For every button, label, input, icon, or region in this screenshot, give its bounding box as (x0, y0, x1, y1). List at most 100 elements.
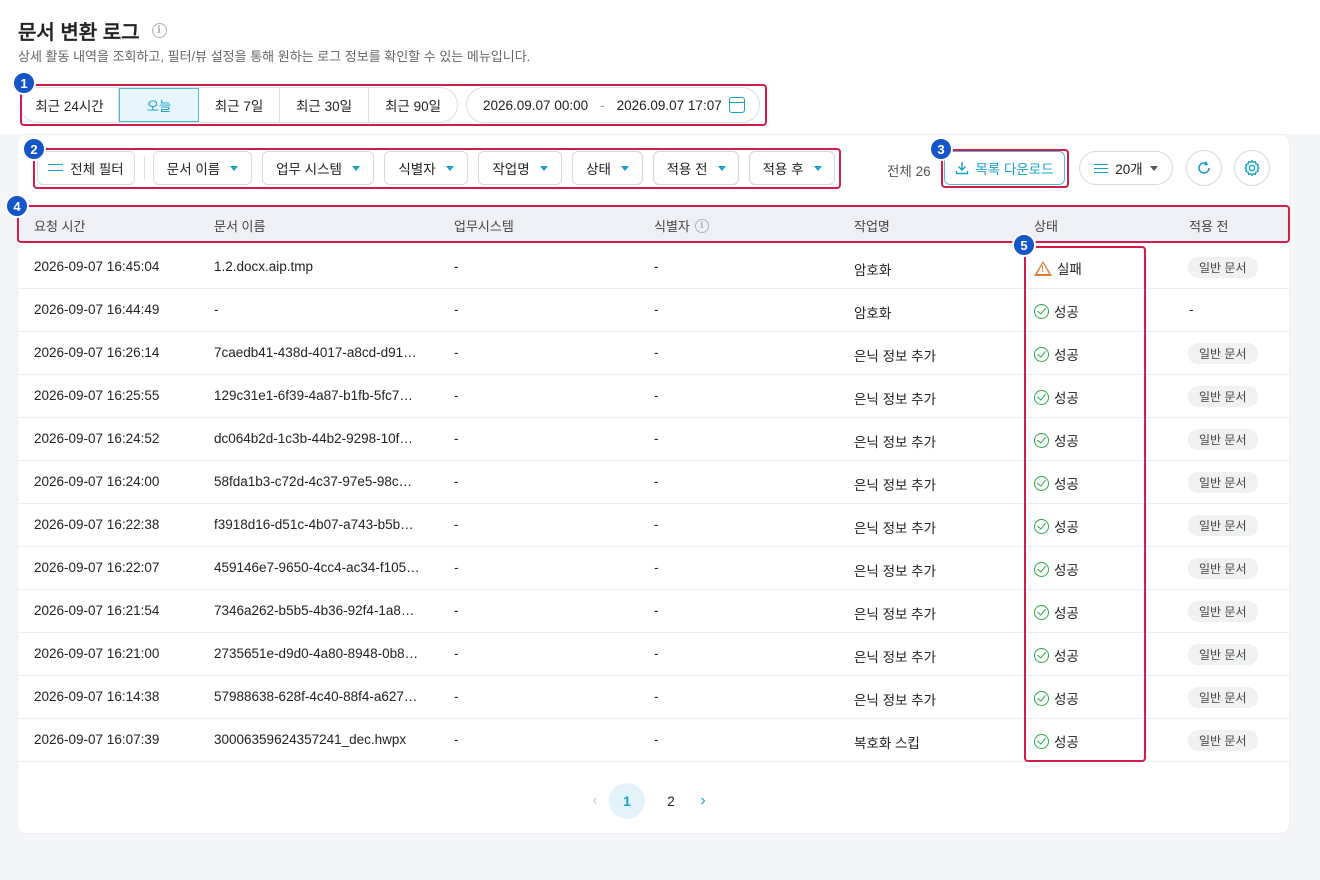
cell-system: - (454, 517, 459, 532)
document-type-chip: 일반 문서 (1188, 558, 1258, 579)
cell-identifier: - (654, 603, 659, 618)
cell-before: - (1189, 302, 1194, 317)
cell-identifier: - (654, 431, 659, 446)
cell-job: 은닉 정보 추가 (854, 607, 937, 622)
cell-identifier: - (654, 689, 659, 704)
cell-job: 은닉 정보 추가 (854, 392, 937, 407)
callout-box-period (20, 84, 767, 126)
callout-badge-4: 4 (5, 194, 29, 218)
document-type-chip: 일반 문서 (1188, 644, 1258, 665)
cell-doc-name: 459146e7-9650-4cc4-ac34-f105… (214, 560, 420, 575)
cell-system: - (454, 560, 459, 575)
info-icon[interactable]: i (151, 23, 167, 38)
cell-system: - (454, 474, 459, 489)
refresh-icon (1198, 161, 1210, 174)
callout-box-status (1024, 246, 1146, 762)
cell-identifier: - (654, 345, 659, 360)
cell-time: 2026-09-07 16:44:49 (34, 302, 160, 317)
cell-job: 은닉 정보 추가 (854, 564, 937, 579)
page-subtitle: 상세 활동 내역을 조회하고, 필터/뷰 설정을 통해 원하는 로그 정보를 확… (18, 49, 531, 64)
cell-identifier: - (654, 302, 659, 317)
document-type-chip: 일반 문서 (1188, 687, 1258, 708)
cell-doc-name: 1.2.docx.aip.tmp (214, 259, 314, 274)
document-type-chip: 일반 문서 (1188, 472, 1258, 493)
callout-badge-2: 2 (22, 137, 46, 161)
document-type-chip: 일반 문서 (1188, 730, 1258, 751)
cell-time: 2026-09-07 16:45:04 (34, 259, 160, 274)
cell-time: 2026-09-07 16:21:54 (34, 603, 160, 618)
total-count: 전체 26 (887, 164, 931, 179)
page-title: 문서 변환 로그 (18, 22, 140, 44)
cell-job: 은닉 정보 추가 (854, 693, 937, 708)
cell-time: 2026-09-07 16:22:07 (34, 560, 160, 575)
cell-doc-name: 7caedb41-438d-4017-a8cd-d91… (214, 345, 417, 360)
cell-doc-name: 2735651e-d9d0-4a80-8948-0b8… (214, 646, 419, 661)
cell-identifier: - (654, 388, 659, 403)
cell-job: 은닉 정보 추가 (854, 349, 937, 364)
cell-doc-name: 57988638-628f-4c40-88f4-a627… (214, 689, 418, 704)
cell-system: - (454, 345, 459, 360)
cell-time: 2026-09-07 16:07:39 (34, 732, 160, 747)
cell-system: - (454, 732, 459, 747)
cell-system: - (454, 689, 459, 704)
cell-job: 암호화 (854, 263, 892, 278)
list-icon (1094, 163, 1109, 174)
callout-badge-3: 3 (929, 137, 953, 161)
refresh-button[interactable] (1186, 150, 1222, 186)
cell-doc-name: dc064b2d-1c3b-44b2-9298-10f… (214, 431, 413, 446)
callout-badge-5: 5 (1012, 233, 1036, 257)
cell-identifier: - (654, 474, 659, 489)
cell-job: 은닉 정보 추가 (854, 478, 937, 493)
title-row: 문서 변환 로그 i (18, 16, 167, 45)
cell-time: 2026-09-07 16:24:52 (34, 431, 160, 446)
cell-time: 2026-09-07 16:21:00 (34, 646, 160, 661)
settings-button[interactable] (1234, 150, 1270, 186)
cell-identifier: - (654, 560, 659, 575)
callout-badge-1: 1 (12, 71, 36, 95)
cell-time: 2026-09-07 16:25:55 (34, 388, 160, 403)
cell-doc-name: - (214, 302, 219, 317)
cell-job: 암호화 (854, 306, 892, 321)
callout-box-filters (33, 148, 841, 189)
cell-system: - (454, 603, 459, 618)
cell-system: - (454, 646, 459, 661)
document-type-chip: 일반 문서 (1188, 257, 1258, 278)
cell-job: 은닉 정보 추가 (854, 521, 937, 536)
cell-identifier: - (654, 732, 659, 747)
cell-doc-name: 58fda1b3-c72d-4c37-97e5-98c… (214, 474, 413, 489)
cell-system: - (454, 259, 459, 274)
cell-doc-name: 7346a262-b5b5-4b36-92f4-1a8… (214, 603, 415, 618)
page-size-label: 20개 (1115, 162, 1143, 177)
document-type-chip: 일반 문서 (1188, 601, 1258, 622)
next-page-icon[interactable]: › (693, 792, 713, 810)
gear-icon (1244, 159, 1260, 177)
cell-identifier: - (654, 646, 659, 661)
pagination: ‹ 1 2 › (585, 783, 713, 819)
cell-doc-name: 129c31e1-6f39-4a87-b1fb-5fc7… (214, 388, 413, 403)
page-2-button[interactable]: 2 (653, 783, 689, 819)
document-type-chip: 일반 문서 (1188, 515, 1258, 536)
cell-time: 2026-09-07 16:24:00 (34, 474, 160, 489)
cell-time: 2026-09-07 16:14:38 (34, 689, 160, 704)
document-type-chip: 일반 문서 (1188, 429, 1258, 450)
cell-system: - (454, 431, 459, 446)
cell-identifier: - (654, 259, 659, 274)
cell-time: 2026-09-07 16:22:38 (34, 517, 160, 532)
cell-doc-name: f3918d16-d51c-4b07-a743-b5b… (214, 517, 414, 532)
document-type-chip: 일반 문서 (1188, 386, 1258, 407)
cell-job: 은닉 정보 추가 (854, 435, 937, 450)
callout-box-table-header (17, 205, 1290, 243)
page-1-button[interactable]: 1 (609, 783, 645, 819)
caret-down-icon (1149, 165, 1158, 171)
cell-job: 은닉 정보 추가 (854, 650, 937, 665)
cell-system: - (454, 302, 459, 317)
cell-doc-name: 30006359624357241_dec.hwpx (214, 732, 407, 747)
cell-system: - (454, 388, 459, 403)
cell-time: 2026-09-07 16:26:14 (34, 345, 160, 360)
cell-job: 복호화 스킵 (854, 736, 920, 751)
callout-box-download (941, 149, 1069, 188)
page-size-select[interactable]: 20개 (1079, 151, 1173, 185)
cell-identifier: - (654, 517, 659, 532)
document-type-chip: 일반 문서 (1188, 343, 1258, 364)
prev-page-icon[interactable]: ‹ (585, 792, 605, 810)
